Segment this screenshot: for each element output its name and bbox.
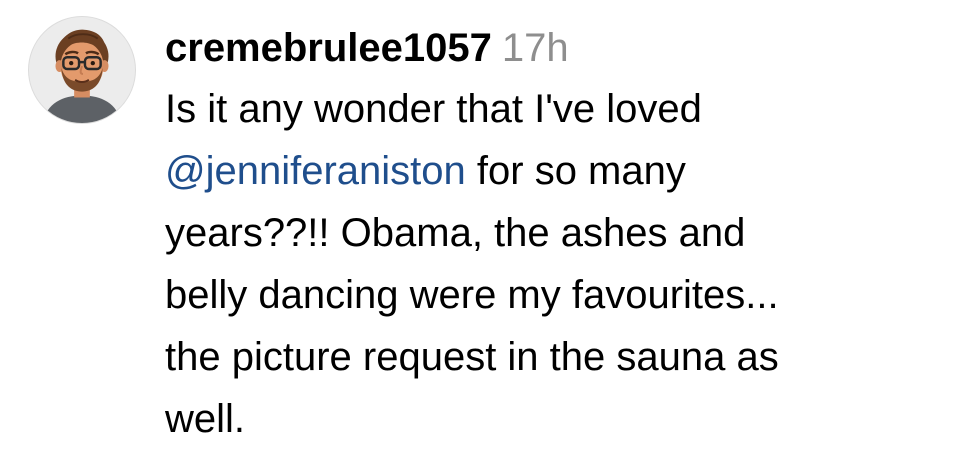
- comment-line-1: Is it any wonder that I've loved: [165, 87, 702, 131]
- comment-line-2-text: for so many: [465, 149, 686, 193]
- comment-line-6: well.: [165, 397, 246, 441]
- comment-line-2: @jenniferaniston for so many: [165, 140, 965, 202]
- comment-item: cremebrulee1057 17h Is it any wonder that…: [0, 0, 980, 441]
- comment-line-3: years??!! Obama, the ashes and: [165, 211, 746, 255]
- username-link[interactable]: cremebrulee1057: [165, 26, 492, 70]
- memoji-avatar-icon: [42, 29, 122, 123]
- comment-line-5: the picture request in the sauna as: [165, 335, 779, 379]
- comment-header: cremebrulee1057 17h: [165, 22, 965, 74]
- comment-line-4: belly dancing were my favourites...: [165, 273, 779, 317]
- mention-link[interactable]: @jenniferaniston: [165, 149, 466, 193]
- comment-text: Is it any wonder that I've loved @jennif…: [165, 78, 965, 450]
- comment-content: cremebrulee1057 17h Is it any wonder that…: [165, 22, 965, 450]
- avatar[interactable]: [28, 16, 136, 124]
- comment-timestamp[interactable]: 17h: [502, 26, 569, 70]
